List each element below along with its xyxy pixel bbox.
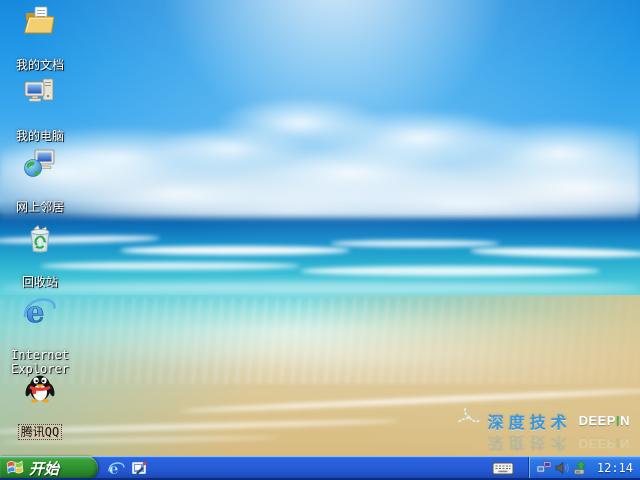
desktop-icon-internet-explorer[interactable]: e Internet Explorer [2,294,78,378]
quick-launch-show-desktop-icon[interactable] [131,460,148,477]
desktop-icon-my-documents[interactable]: 我的文档 [2,4,78,74]
wallpaper-beach: 深度技术 DEEPIN 深度技术 DEEPIN [0,0,640,456]
my-computer-icon [23,75,57,109]
safely-remove-hardware-tray-icon[interactable] [572,460,588,476]
windows-logo-icon [6,457,24,480]
language-bar-keyboard-icon[interactable] [492,456,514,480]
icon-label: 回收站 [21,275,59,289]
wave-foam [0,282,640,294]
desktop-icon-tencent-qq[interactable]: 腾讯QQ [2,370,78,441]
wave-foam [330,240,500,247]
icon-label: 网上邻居 [15,200,65,214]
taskbar: 开始 e [0,456,640,480]
deepin-logo-icon [457,406,481,435]
wave-foam [300,266,600,276]
watermark-en-text: DEEPIN [579,413,630,428]
icon-label: 我的电脑 [15,129,65,143]
volume-tray-icon[interactable] [554,460,570,476]
quick-launch: e [108,456,148,480]
wave-foam [120,246,350,255]
internet-explorer-icon: e [23,294,57,328]
desktop-icon-my-computer[interactable]: 我的电脑 [2,75,78,145]
desktop-icon-recycle-bin[interactable]: 回收站 [2,221,78,291]
start-button[interactable]: 开始 [0,456,98,480]
network-tray-icon[interactable] [536,460,552,476]
icon-label: 我的文档 [15,58,65,72]
system-tray: 12:14 [528,456,640,480]
recycle-bin-icon [23,221,57,255]
desktop-icon-network-places[interactable]: 网上邻居 [2,146,78,216]
screen: 深度技术 DEEPIN 深度技术 DEEPIN 我的文档 [0,0,640,480]
tencent-qq-icon [23,370,57,404]
icon-label: 腾讯QQ [18,424,62,440]
network-places-icon [23,146,57,180]
my-documents-icon [23,4,57,38]
quick-launch-internet-explorer-icon[interactable]: e [108,460,125,477]
start-label: 开始 [29,458,59,479]
watermark-reflection: 深度技术 DEEPIN [457,432,630,456]
wave-foam [40,262,300,270]
tray-clock[interactable]: 12:14 [597,461,633,475]
deepin-watermark: 深度技术 DEEPIN 深度技术 DEEPIN [457,406,630,456]
watermark-cn-text: 深度技术 [488,409,572,433]
